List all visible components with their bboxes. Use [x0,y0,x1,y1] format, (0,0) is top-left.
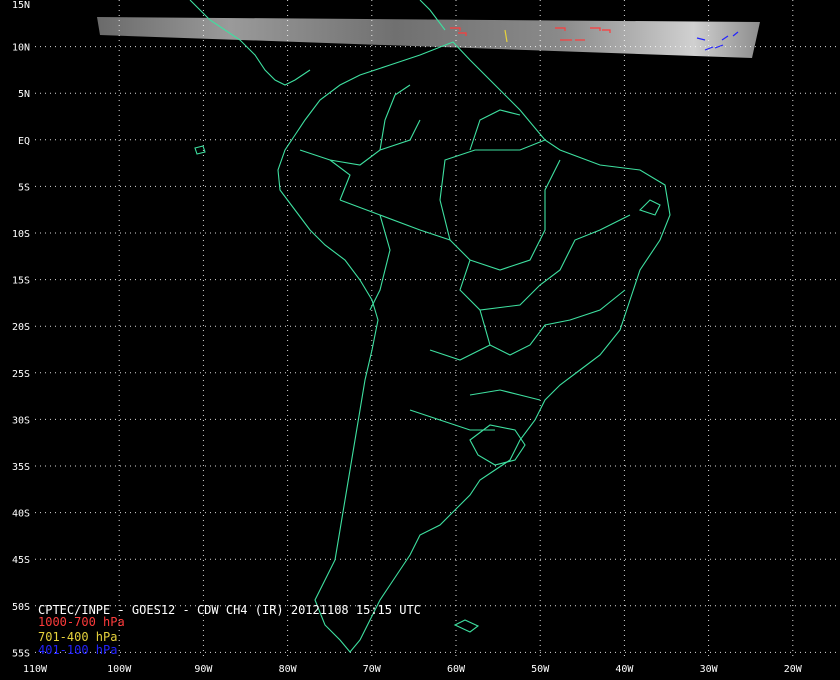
longitude-labels: 110W 100W 90W 80W 70W 60W 50W 40W 30W 20W [23,664,803,675]
longitude-label: 60W [447,664,466,675]
latitude-label: 5S [18,182,30,193]
latitude-label: 40S [12,509,30,520]
longitude-label: 80W [279,664,298,675]
longitude-label: 70W [363,664,382,675]
latitude-label: 30S [12,415,30,426]
longitude-label: 30W [700,664,719,675]
lat-lon-grid [35,0,840,660]
legend-low: 1000-700 hPa [38,615,125,629]
latitude-label: 55S [12,648,30,659]
longitude-label: 110W [23,664,48,675]
latitude-label: 20S [12,322,30,333]
latitude-label: 10N [12,43,30,54]
latitude-label: 35S [12,462,30,473]
latitude-labels: 15N 10N 5N EQ 5S 10S 15S 20S 25S 30S 35S 40S 45S 50S 5… [12,0,30,659]
longitude-label: 90W [194,664,213,675]
latitude-label: 45S [12,555,30,566]
latitude-label: 10S [12,229,30,240]
longitude-label: 100W [107,664,132,675]
latitude-label: 50S [12,602,30,613]
longitude-label: 50W [531,664,550,675]
satellite-map: 15N 10N 5N EQ 5S 10S 15S 20S 25S 30S 35S 40S 45S 50S 5… [12,0,840,675]
longitude-label: 20W [784,664,803,675]
latitude-label: 25S [12,369,30,380]
legend-high: 401-100 hPa [38,643,118,657]
latitude-label: EQ [18,136,30,147]
latitude-label: 5N [18,89,30,100]
longitude-label: 40W [615,664,634,675]
latitude-label: 15N [12,0,30,11]
latitude-label: 15S [12,276,30,287]
